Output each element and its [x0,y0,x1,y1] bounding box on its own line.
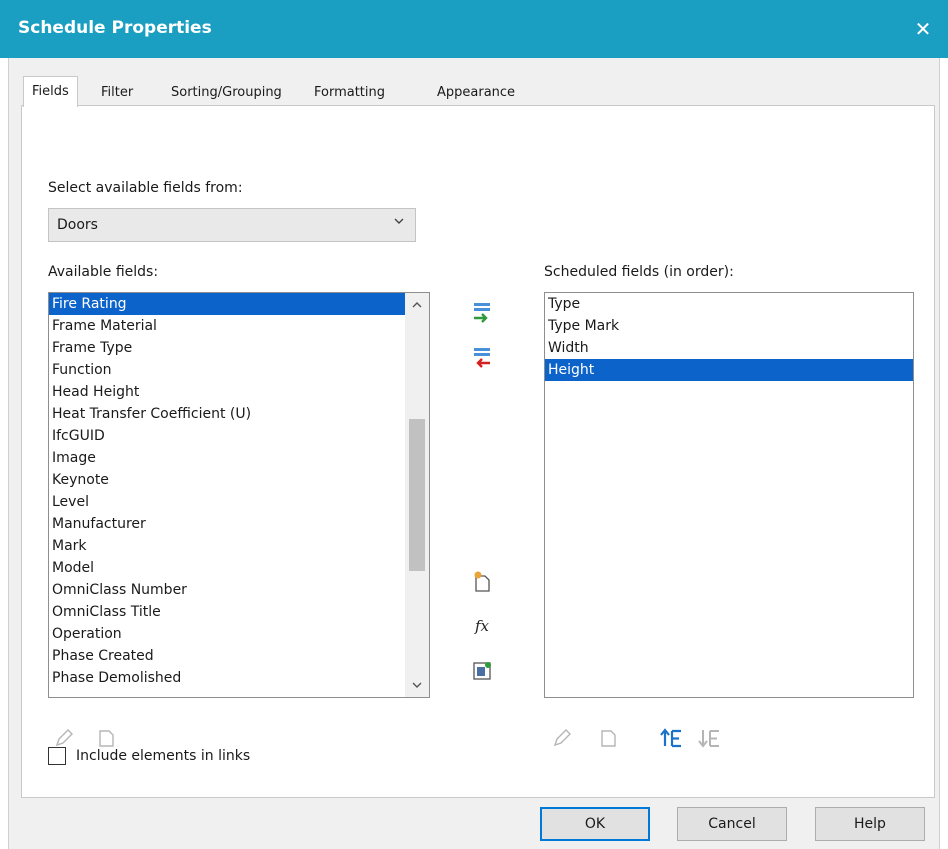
scroll-up-icon[interactable] [405,293,429,317]
list-item[interactable]: Manufacturer [49,513,405,535]
list-item[interactable]: OmniClass Title [49,601,405,623]
category-value: Doors [57,217,98,233]
ok-button[interactable]: OK [540,807,650,841]
list-item[interactable]: Type [545,293,913,315]
list-item[interactable]: Frame Type [49,337,405,359]
available-fields-label: Available fields: [48,264,159,280]
list-item[interactable]: Keynote [49,469,405,491]
list-item[interactable]: Height [545,359,913,381]
remove-parameter-icon[interactable] [468,344,496,372]
tab-fields[interactable]: Fields [23,76,78,107]
list-item[interactable]: Heat Transfer Coefficient (U) [49,403,405,425]
list-item[interactable]: Mark [49,535,405,557]
cancel-button[interactable]: Cancel [677,807,787,841]
list-item[interactable]: Operation [49,623,405,645]
list-item[interactable]: Width [545,337,913,359]
list-item[interactable]: Function [49,359,405,381]
title-bar: Schedule Properties ✕ [0,0,948,58]
tab-formatting[interactable]: Formatting [306,79,393,106]
tab-sorting-grouping[interactable]: Sorting/Grouping [163,79,290,106]
include-links-label: Include elements in links [76,748,251,764]
available-fields-list[interactable]: Fire Rating Frame Material Frame Type Funct… [48,292,430,698]
list-item[interactable]: Head Height [49,381,405,403]
list-item[interactable]: Fire Rating [49,293,405,315]
help-button[interactable]: Help [815,807,925,841]
dialog-body: Fields Filter Sorting/Grouping Formattin… [8,58,940,849]
scroll-thumb[interactable] [409,419,425,571]
select-from-label: Select available fields from: [48,180,243,196]
chevron-down-icon [393,215,405,231]
list-item[interactable]: Level [49,491,405,513]
scheduled-fields-list[interactable]: Type Type Mark Width Height [544,292,914,698]
edit-scheduled-parameter-icon[interactable] [548,724,576,752]
fields-tab-panel: Select available fields from: Doors Avai… [21,105,935,798]
calculated-value-icon[interactable]: fx [468,612,496,640]
move-up-icon[interactable] [658,724,686,752]
list-item[interactable]: Phase Created [49,645,405,667]
list-item[interactable]: Model [49,557,405,579]
scheduled-fields-label: Scheduled fields (in order): [544,264,734,280]
dialog-title: Schedule Properties [18,18,212,38]
list-item[interactable]: OmniClass Number [49,579,405,601]
available-fields-scrollbar[interactable] [405,293,429,697]
list-item[interactable]: Phase Demolished [49,667,405,689]
schedule-properties-dialog: Schedule Properties ✕ Fields Filter Sort… [0,0,948,849]
scroll-down-icon[interactable] [405,673,429,697]
include-links-checkbox[interactable] [48,747,66,765]
tab-appearance[interactable]: Appearance [429,79,523,106]
close-icon[interactable]: ✕ [898,0,948,58]
move-down-icon[interactable] [696,724,724,752]
list-item[interactable]: IfcGUID [49,425,405,447]
delete-scheduled-parameter-icon[interactable] [594,724,622,752]
list-item[interactable]: Frame Material [49,315,405,337]
formula-glyph: fx [474,617,489,635]
combine-parameters-icon[interactable] [468,657,496,685]
list-item[interactable]: Image [49,447,405,469]
list-item[interactable]: Type Mark [545,315,913,337]
category-dropdown[interactable]: Doors [48,208,416,242]
tab-filter[interactable]: Filter [93,79,141,106]
new-parameter-icon[interactable] [468,568,496,596]
add-parameter-icon[interactable] [468,299,496,327]
